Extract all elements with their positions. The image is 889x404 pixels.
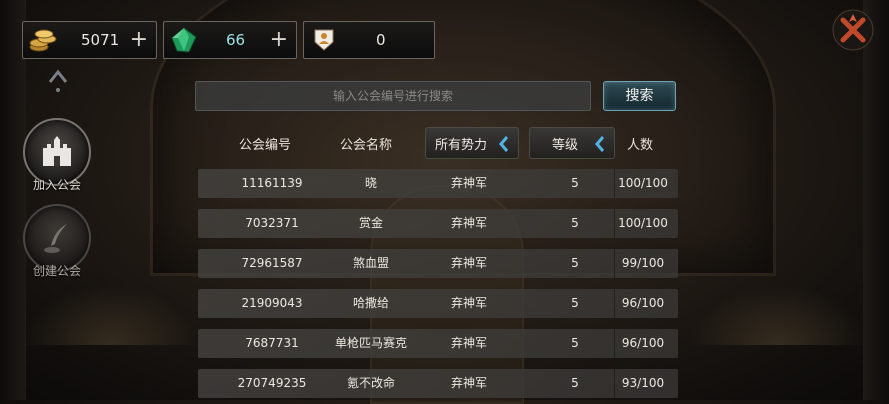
add-gem-button[interactable]: + [270, 28, 288, 52]
guild-name-cell: 氪不改命 [346, 376, 395, 390]
guild-level-cell: 5 [571, 296, 579, 310]
guild-level-cell: 5 [571, 336, 579, 350]
header-guild-name: 公会名称 [340, 138, 393, 153]
guild-member-count-cell: 96/100 [621, 336, 665, 350]
guild-level-cell: 5 [571, 216, 579, 230]
table-row[interactable]: 270749235 氪不改命 弃神军 5 93/100 [198, 369, 678, 398]
header-member-count: 人数 [627, 138, 654, 153]
close-emblem-icon[interactable] [827, 4, 879, 56]
create-guild-button[interactable]: 创建公会 [22, 204, 92, 279]
guild-name-cell: 煞血盟 [352, 256, 389, 270]
table-row[interactable]: 11161139 晓 弃神军 5 100/100 [198, 169, 678, 198]
guild-faction-cell: 弃神军 [450, 296, 487, 310]
guild-search-input[interactable] [195, 81, 591, 111]
guild-faction-cell: 弃神军 [450, 336, 487, 350]
guild-badge-icon [308, 24, 340, 56]
guild-member-count-cell: 93/100 [621, 376, 665, 390]
gold-coins-icon [27, 24, 59, 56]
guild-level-cell: 5 [571, 376, 579, 390]
level-sort-label: 等级 [552, 137, 579, 153]
table-row[interactable]: 7032371 赏金 弃神军 5 100/100 [198, 209, 678, 238]
emerald-gem-icon [168, 24, 200, 56]
gold-resource: 5071 + [22, 21, 157, 59]
table-row[interactable]: 72961587 煞血盟 弃神军 5 99/100 [198, 249, 678, 278]
join-guild-label: 加入公会 [32, 178, 81, 192]
chevron-left-icon [499, 136, 509, 152]
guild-name-cell: 哈撒给 [352, 296, 389, 310]
search-button[interactable]: 搜索 [603, 81, 676, 111]
guild-faction-cell: 弃神军 [450, 176, 487, 190]
guild-faction-cell: 弃神军 [450, 376, 487, 390]
guild-member-count-cell: 96/100 [621, 296, 665, 310]
guild-token-resource: 0 [303, 21, 435, 59]
guild-member-count-cell: 99/100 [621, 256, 665, 270]
table-row[interactable]: 7687731 单枪匹马赛克 弃神军 5 96/100 [198, 329, 678, 358]
guild-level-cell: 5 [571, 256, 579, 270]
gem-amount: 66 [226, 31, 246, 49]
candles-right-decoration [689, 285, 869, 345]
level-sort-button[interactable]: 等级 [529, 127, 615, 159]
guild-member-count-cell: 100/100 [618, 216, 668, 230]
gem-resource: 66 + [163, 21, 297, 59]
guild-faction-cell: 弃神军 [450, 216, 487, 230]
guild-name-cell: 赏金 [358, 216, 383, 230]
candles-left-decoration [20, 285, 200, 345]
guild-level-cell: 5 [571, 176, 579, 190]
chevron-up-icon[interactable] [46, 66, 70, 94]
faction-filter-dropdown[interactable]: 所有势力 [425, 127, 519, 159]
guild-token-amount: 0 [376, 31, 386, 49]
guild-member-count-cell: 100/100 [618, 176, 668, 190]
header-guild-id: 公会编号 [239, 138, 292, 153]
table-row[interactable]: 21909043 哈撒给 弃神军 5 96/100 [198, 289, 678, 318]
chevron-left-icon [595, 136, 605, 152]
faction-filter-label: 所有势力 [435, 137, 488, 153]
guild-faction-cell: 弃神军 [450, 256, 487, 270]
join-guild-button[interactable]: 加入公会 [22, 118, 92, 193]
guild-name-cell: 单枪匹马赛克 [334, 336, 407, 350]
guild-name-cell: 晓 [364, 176, 377, 190]
add-gold-button[interactable]: + [130, 28, 148, 52]
gold-amount: 5071 [81, 31, 120, 49]
create-guild-label: 创建公会 [32, 264, 81, 278]
